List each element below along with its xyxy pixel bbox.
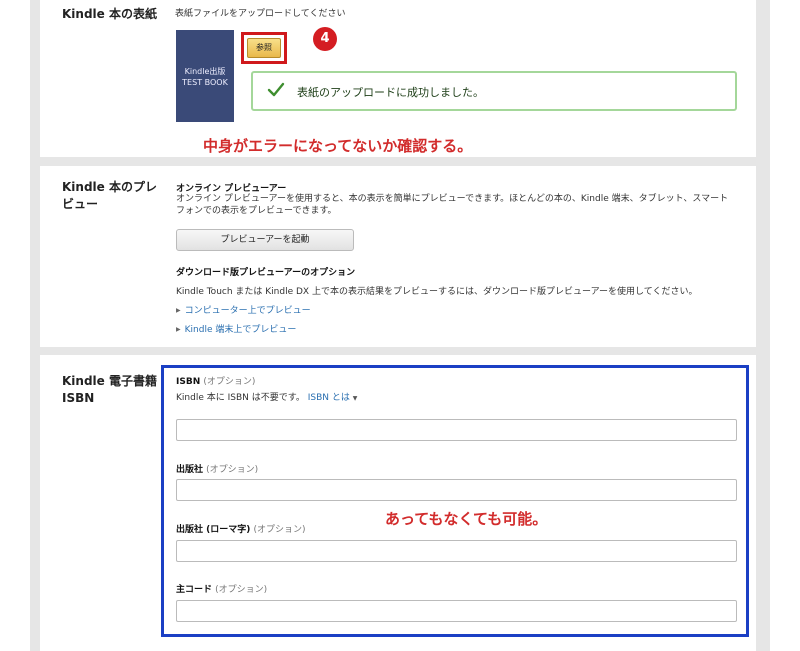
upload-success-message: 表紙のアップロードに成功しました。 — [251, 71, 737, 111]
optional-tag: (オプション) — [215, 585, 268, 595]
isbn-note-text: Kindle 本に ISBN は不要です。 — [176, 393, 305, 403]
isbn-label-text: ISBN — [176, 377, 201, 387]
check-icon — [267, 82, 285, 97]
isbn-input[interactable] — [176, 419, 737, 441]
cover-thumbnail-text: Kindle出版 TEST BOOK — [182, 67, 228, 87]
main-code-field-label: 主コード (オプション) — [176, 582, 267, 595]
preview-section: Kindle 本のプレビュー オンライン プレビューアー オンライン プレビュー… — [40, 166, 756, 347]
preview-on-device-link[interactable]: ▶ Kindle 端末上でプレビュー — [176, 322, 296, 335]
publisher-roman-field-label: 出版社 (ローマ字) (オプション) — [176, 522, 306, 535]
publisher-label-text: 出版社 — [176, 465, 204, 475]
triangle-right-icon: ▶ — [176, 326, 181, 333]
isbn-section-title: Kindle 電子書籍 ISBN — [62, 374, 157, 405]
launch-previewer-button[interactable]: プレビューアーを起動 — [176, 229, 354, 251]
triangle-right-icon: ▶ — [176, 307, 181, 314]
step-badge: 4 — [313, 27, 337, 51]
upload-success-text: 表紙のアップロードに成功しました。 — [297, 86, 484, 99]
download-previewer-label: ダウンロード版プレビューアーのオプション — [176, 268, 356, 278]
caret-down-icon: ▼ — [352, 395, 358, 402]
isbn-annotation: あってもなくても可能。 — [385, 510, 548, 528]
download-previewer-description: Kindle Touch または Kindle DX 上で本の表示結果をプレビュ… — [176, 287, 698, 297]
publisher-roman-label-text: 出版社 (ローマ字) — [176, 525, 251, 535]
cover-section-title: Kindle 本の表紙 — [62, 7, 157, 21]
optional-fields-highlight — [161, 365, 749, 637]
optional-tag: (オプション) — [203, 377, 256, 387]
main-code-input[interactable] — [176, 600, 737, 622]
cover-instruction: 表紙ファイルをアップロードしてください — [175, 9, 346, 19]
isbn-field-label: ISBN (オプション) — [176, 374, 255, 387]
cover-annotation: 中身がエラーになってないか確認する。 — [203, 137, 473, 155]
main-code-label-text: 主コード — [176, 585, 213, 595]
browse-button[interactable]: 参照 — [247, 38, 281, 58]
preview-on-computer-link[interactable]: ▶ コンピューター上でプレビュー — [176, 303, 311, 316]
optional-tag: (オプション) — [253, 525, 306, 535]
publisher-input[interactable] — [176, 479, 737, 501]
preview-on-computer-link-text[interactable]: コンピューター上でプレビュー — [185, 306, 311, 316]
isbn-note: Kindle 本に ISBN は不要です。 ISBN とは ▼ — [176, 390, 357, 403]
online-previewer-description: オンライン プレビューアーを使用すると、本の表示を簡単にプレビューできます。ほと… — [176, 194, 729, 216]
preview-section-title: Kindle 本のプレビュー — [62, 180, 157, 211]
optional-tag: (オプション) — [206, 465, 259, 475]
publisher-roman-input[interactable] — [176, 540, 737, 562]
preview-on-device-link-text[interactable]: Kindle 端末上でプレビュー — [185, 325, 297, 335]
cover-section: Kindle 本の表紙 表紙ファイルをアップロードしてください Kindle出版… — [40, 0, 756, 157]
isbn-info-link[interactable]: ISBN とは — [308, 393, 350, 403]
cover-thumbnail: Kindle出版 TEST BOOK — [176, 30, 234, 122]
publisher-field-label: 出版社 (オプション) — [176, 462, 258, 475]
